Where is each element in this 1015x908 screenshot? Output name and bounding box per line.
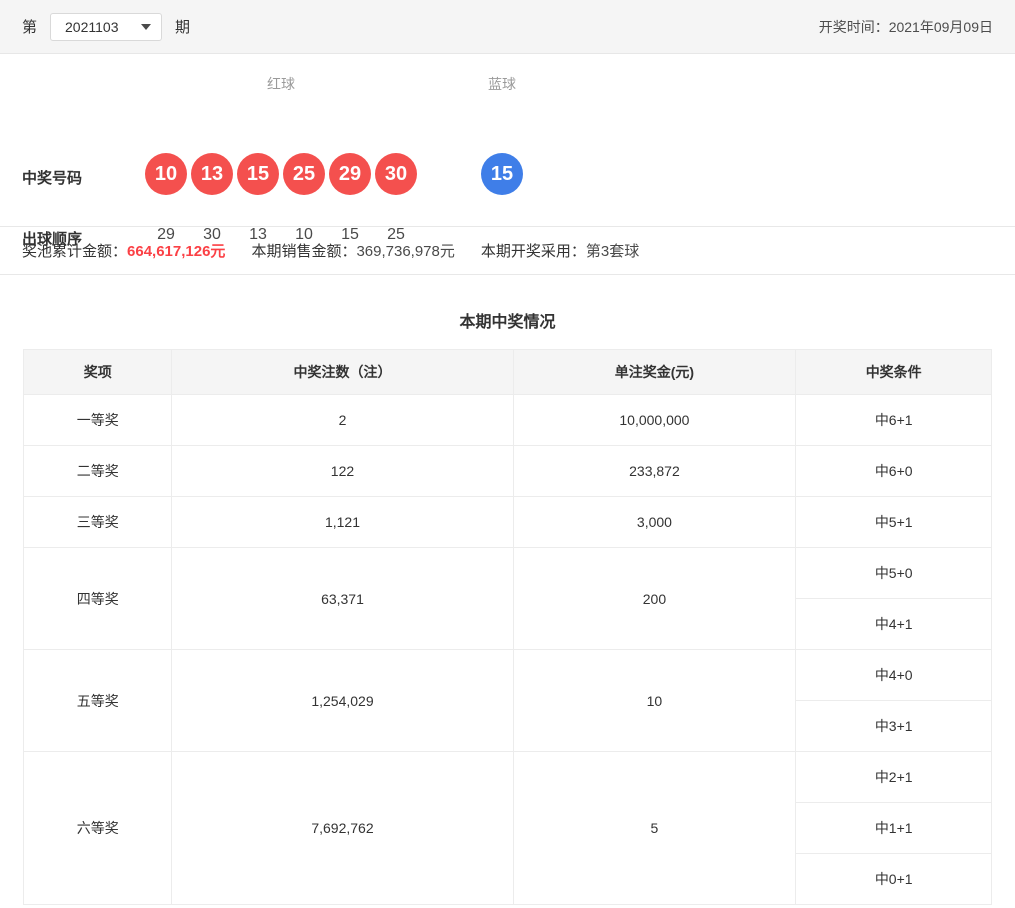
condition-cell: 中5+0: [796, 548, 992, 599]
condition-cell: 中6+0: [796, 446, 992, 497]
red-ball: 25: [283, 153, 325, 195]
count-cell: 1,121: [172, 497, 513, 548]
period-bar: 第 2021103 期 开奖时间：2021年09月09日: [0, 0, 1015, 54]
prize-cell: 五等奖: [24, 650, 172, 752]
count-cell: 1,254,029: [172, 650, 513, 752]
condition-cell: 中2+1: [796, 752, 992, 803]
count-cell: 63,371: [172, 548, 513, 650]
period-suffix-label: 期: [175, 16, 190, 37]
header-count: 中奖注数（注）: [172, 350, 513, 395]
period-selector-group: 第 2021103 期: [22, 13, 190, 41]
header-amount: 单注奖金(元): [513, 350, 796, 395]
header-prize: 奖项: [24, 350, 172, 395]
amount-cell: 3,000: [513, 497, 796, 548]
red-balls: 10 13 15 25 29 30: [145, 153, 417, 195]
amount-cell: 233,872: [513, 446, 796, 497]
condition-cell: 中6+1: [796, 395, 992, 446]
winning-numbers-row-label: 中奖号码: [22, 167, 82, 188]
prize-cell: 三等奖: [24, 497, 172, 548]
count-cell: 122: [172, 446, 513, 497]
draw-order-row-label: 出球顺序: [22, 228, 82, 249]
draw-time: 开奖时间：2021年09月09日: [819, 17, 993, 37]
prize-cell: 四等奖: [24, 548, 172, 650]
draw-time-value: 2021年09月09日: [889, 19, 993, 35]
prize-table-title: 本期中奖情况: [23, 308, 992, 332]
prize-table-section: 本期中奖情况 奖项 中奖注数（注） 单注奖金(元) 中奖条件 一等奖 2 10,…: [0, 275, 1015, 905]
draw-order-number: 25: [375, 226, 417, 244]
prize-table: 奖项 中奖注数（注） 单注奖金(元) 中奖条件 一等奖 2 10,000,000…: [23, 349, 992, 905]
condition-cell: 中4+0: [796, 650, 992, 701]
red-ball: 15: [237, 153, 279, 195]
red-balls-group-label: 红球: [145, 74, 417, 94]
prize-cell: 六等奖: [24, 752, 172, 905]
count-cell: 2: [172, 395, 513, 446]
period-prefix-label: 第: [22, 16, 37, 37]
condition-cell: 中0+1: [796, 854, 992, 905]
table-row: 四等奖 63,371 200 中5+0: [24, 548, 992, 599]
blue-ball-group-label: 蓝球: [481, 74, 523, 94]
count-cell: 7,692,762: [172, 752, 513, 905]
red-ball: 29: [329, 153, 371, 195]
draw-order-number: 15: [329, 226, 371, 244]
draw-order-number: 10: [283, 226, 325, 244]
period-select-value: 2021103: [65, 19, 118, 35]
table-row: 六等奖 7,692,762 5 中2+1: [24, 752, 992, 803]
red-ball: 10: [145, 153, 187, 195]
chevron-down-icon: [141, 24, 151, 30]
condition-cell: 中1+1: [796, 803, 992, 854]
table-row: 二等奖 122 233,872 中6+0: [24, 446, 992, 497]
blue-ball: 15: [481, 153, 523, 195]
condition-cell: 中5+1: [796, 497, 992, 548]
ball-set-value: 第3套球: [586, 240, 639, 261]
draw-order-number: 13: [237, 226, 279, 244]
amount-cell: 10,000,000: [513, 395, 796, 446]
amount-cell: 10: [513, 650, 796, 752]
table-row: 五等奖 1,254,029 10 中4+0: [24, 650, 992, 701]
table-row: 一等奖 2 10,000,000 中6+1: [24, 395, 992, 446]
table-header-row: 奖项 中奖注数（注） 单注奖金(元) 中奖条件: [24, 350, 992, 395]
ball-set-label: 本期开奖采用：: [481, 240, 586, 261]
draw-time-label: 开奖时间：: [819, 19, 889, 35]
draw-order-number: 29: [145, 226, 187, 244]
header-conditions: 中奖条件: [796, 350, 992, 395]
winning-numbers-section: 红球 蓝球 中奖号码 10 13 15 25 29 30 15 出球顺序 29 …: [0, 54, 1015, 226]
prize-cell: 一等奖: [24, 395, 172, 446]
red-ball: 13: [191, 153, 233, 195]
condition-cell: 中4+1: [796, 599, 992, 650]
draw-order-numbers: 29 30 13 10 15 25: [145, 226, 417, 244]
table-row: 三等奖 1,121 3,000 中5+1: [24, 497, 992, 548]
red-ball: 30: [375, 153, 417, 195]
prize-cell: 二等奖: [24, 446, 172, 497]
amount-cell: 5: [513, 752, 796, 905]
period-select[interactable]: 2021103: [50, 13, 162, 41]
amount-cell: 200: [513, 548, 796, 650]
condition-cell: 中3+1: [796, 701, 992, 752]
draw-order-number: 30: [191, 226, 233, 244]
ball-set-info: 本期开奖采用： 第3套球: [481, 240, 639, 261]
